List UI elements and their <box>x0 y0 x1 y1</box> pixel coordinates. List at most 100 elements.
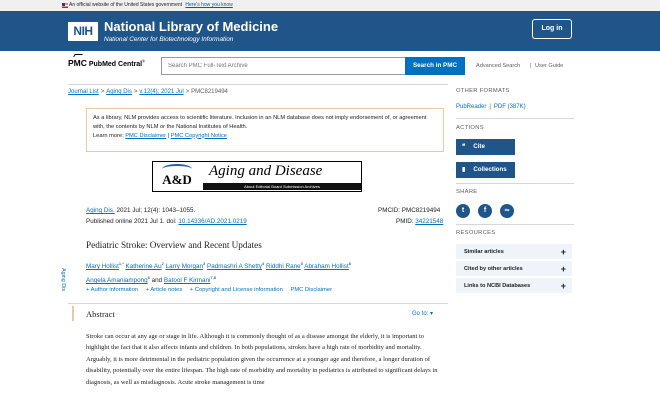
journal-logo-text: A&D <box>162 172 192 187</box>
pmid-link[interactable]: 34221548 <box>415 218 443 225</box>
login-button[interactable]: Log in <box>532 19 572 39</box>
author-link[interactable]: Riddhi Rane <box>266 263 301 270</box>
author-affiliation: 2 <box>161 261 164 266</box>
gov-banner: An official website of the United States… <box>0 0 660 11</box>
bookmark-icon: ▮ <box>462 167 466 173</box>
cited-by-item[interactable]: Cited by other articles + <box>456 261 572 277</box>
pmc-logo[interactable]: PMC PubMed Central® <box>68 54 145 68</box>
cite-label: Cite <box>473 143 485 150</box>
cite-button[interactable]: ❝ Cite <box>456 139 515 155</box>
breadcrumb-aging-dis[interactable]: Aging Dis <box>106 89 132 95</box>
collections-label: Collections <box>473 166 507 173</box>
nlm-subtitle: National Center for Biotechnology Inform… <box>104 36 234 43</box>
nih-logo[interactable]: NIH <box>68 22 98 41</box>
abstract-heading-bar <box>72 306 446 321</box>
author-link[interactable]: Katherine Au <box>126 263 162 270</box>
author-affiliation: 4 <box>261 261 265 266</box>
pmc-stack-icon <box>73 54 83 57</box>
actions-heading: ACTIONS <box>456 125 484 131</box>
pmid-label: PMID: <box>396 218 414 225</box>
doi-link[interactable]: 10.14336/AD.2021.0219 <box>178 218 246 225</box>
journal-side-label: Aging Dis <box>60 268 66 292</box>
facebook-icon[interactable]: f <box>478 204 492 218</box>
search-button[interactable]: Search in PMC <box>405 57 465 75</box>
journal-banner-right: Aging and Disease About Editorial Board … <box>203 162 361 191</box>
journal-logo: A&D <box>156 164 198 190</box>
share-heading: SHARE <box>456 189 478 195</box>
article-notes-toggle[interactable]: + Article notes <box>146 287 183 293</box>
expand-icon: + <box>560 281 566 291</box>
twitter-icon[interactable]: t <box>456 204 470 218</box>
similar-articles-item[interactable]: Similar articles + <box>456 244 572 260</box>
citation-journal-line: Aging Dis. 2021 Jul; 12(4): 1043–1055. <box>86 207 195 214</box>
nlm-title[interactable]: National Library of Medicine <box>104 19 278 34</box>
format-sep: | <box>489 104 491 110</box>
pmc-copyright-link[interactable]: PMC Copyright Notice <box>171 133 227 139</box>
collections-button[interactable]: ▮ Collections <box>456 162 515 178</box>
nlm-header: NIH National Library of Medicine Nationa… <box>0 11 660 51</box>
us-flag-icon <box>62 3 68 8</box>
article-title: Pediatric Stroke: Overview and Recent Up… <box>86 240 262 250</box>
pmid-line: PMID: 34221548 <box>396 218 443 225</box>
heres-how-you-know-link[interactable]: Here's how you know <box>185 2 232 8</box>
link-icon[interactable]: ∞ <box>500 204 514 218</box>
pubreader-link[interactable]: PubReader <box>456 104 486 110</box>
pmc-logo-mark: PMC <box>68 58 87 68</box>
author-affiliation: 3 <box>203 261 206 266</box>
journal-banner[interactable]: A&D Aging and Disease About Editorial Bo… <box>152 161 362 192</box>
pmc-disclaimer-link[interactable]: PMC Disclaimer <box>125 133 166 139</box>
resources-heading: RESOURCES <box>456 230 496 236</box>
gov-banner-text: An official website of the United States… <box>69 2 183 8</box>
search-input[interactable] <box>161 57 405 75</box>
journal-link[interactable]: Aging Dis. <box>86 207 115 214</box>
abstract-heading: Abstract <box>86 309 115 319</box>
pmcid: PMCID: PMC8219494 <box>378 207 441 214</box>
disclaimer-text: As a library, NLM provides access to sci… <box>93 115 427 130</box>
similar-articles-label: Similar articles <box>464 249 504 255</box>
breadcrumb-sep: > <box>185 89 190 95</box>
author-link[interactable]: Batool F Kirmani <box>164 277 211 284</box>
article-meta-links: + Author information + Article notes + C… <box>86 287 338 293</box>
abstract-text: Stroke can occur at any age or stage in … <box>86 333 438 386</box>
author-link[interactable]: Padmashri A Shetty <box>207 263 262 270</box>
nav-separator: | <box>530 63 532 69</box>
learn-more-label: Learn more: <box>93 132 124 139</box>
copyright-info-toggle[interactable]: + Copyright and License information <box>190 287 283 293</box>
format-links: PubReader | PDF (387K) <box>456 104 526 110</box>
advanced-search-link[interactable]: Advanced Search <box>476 63 520 69</box>
divider <box>456 183 574 184</box>
author-affiliation: 6 <box>147 275 150 281</box>
expand-icon: + <box>560 247 566 257</box>
disclaimer-sep: | <box>167 132 170 139</box>
breadcrumb: Journal List > Aging Dis > v.12(4); 2021 Jul… <box>68 89 228 95</box>
author-affiliation: 6 <box>348 261 351 266</box>
quote-icon: ❝ <box>462 144 466 150</box>
author-affiliation: 1,* <box>118 261 124 266</box>
author-link[interactable]: Larry Morgan <box>166 263 203 270</box>
pmc-disclaimer-link-2[interactable]: PMC Disclaimer <box>290 287 332 293</box>
breadcrumb-current: PMC8219494 <box>191 89 228 95</box>
author-and: and <box>151 277 163 285</box>
cited-by-label: Cited by other articles <box>464 266 523 272</box>
breadcrumb-journal-list[interactable]: Journal List <box>68 89 99 95</box>
goto-menu[interactable]: Go to: ▾ <box>412 310 433 317</box>
breadcrumb-sep: > <box>100 89 105 95</box>
pmc-logo-text: PubMed Central <box>88 61 143 68</box>
author-information-toggle[interactable]: + Author information <box>86 287 138 293</box>
journal-banner-nav: About Editorial Board Submission Archive… <box>203 183 361 190</box>
author-link[interactable]: Angela Amaniampong <box>86 277 148 284</box>
citation-info: 2021 Jul; 12(4): 1043–1055. <box>116 207 196 214</box>
author-link[interactable]: Abraham Hollist <box>304 263 348 270</box>
breadcrumb-volume[interactable]: v.12(4); 2021 Jul <box>139 89 183 95</box>
nlm-disclaimer: As a library, NLM provides access to sci… <box>86 108 444 152</box>
ncbi-links-item[interactable]: Links to NCBI Databases + <box>456 278 572 294</box>
user-guide-link[interactable]: User Guide <box>535 63 563 69</box>
breadcrumb-sep: > <box>133 89 138 95</box>
pdf-link[interactable]: PDF (387K) <box>494 104 526 110</box>
expand-icon: + <box>560 264 566 274</box>
ncbi-links-label: Links to NCBI Databases <box>464 283 531 289</box>
author-link[interactable]: Mary Hollist <box>86 263 119 270</box>
author-affiliation: 7,8 <box>210 275 216 281</box>
author-list: Mary Hollist1,* Katherine Au2 Larry Morg… <box>86 258 446 286</box>
divider <box>68 84 448 85</box>
